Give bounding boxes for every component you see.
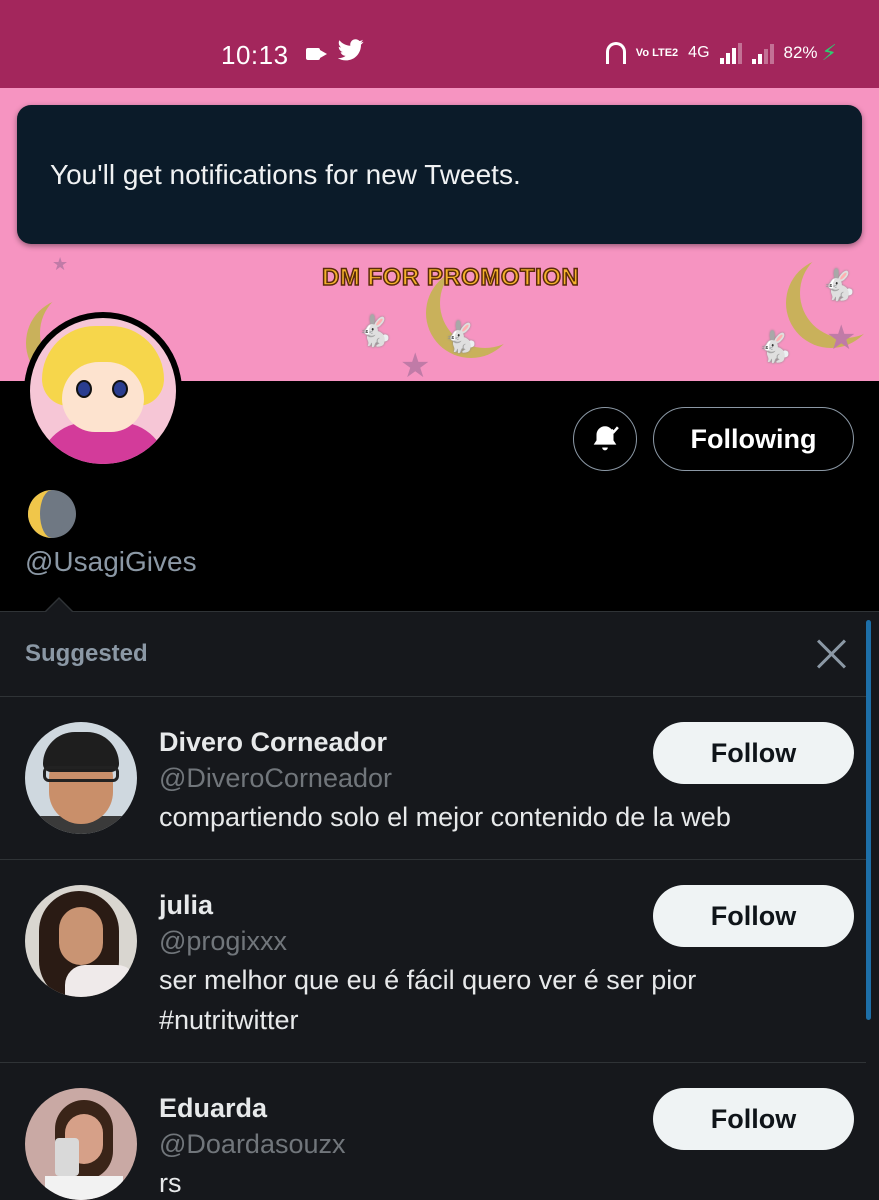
bell-check-icon <box>593 426 619 451</box>
profile-avatar[interactable] <box>24 312 182 470</box>
notifications-bell-button[interactable] <box>573 407 637 471</box>
banner-promo-text: DM FOR PROMOTION <box>321 263 580 292</box>
battery-level: 82% <box>783 43 818 62</box>
user-handle: @DiveroCorneador <box>159 763 393 793</box>
user-avatar[interactable] <box>25 1088 137 1200</box>
status-time: 10:13 <box>221 40 289 70</box>
bunny-decoration: 🐇 <box>356 315 394 348</box>
user-handle: @Doardasouzx <box>159 1129 346 1159</box>
star-decoration: ★ <box>826 319 857 357</box>
follow-button[interactable]: Follow <box>653 722 854 784</box>
status-bar: 10:13 Vo LTE2 4G 82% ⚡ <box>0 0 879 88</box>
profile-handle: @UsagiGives <box>25 546 197 577</box>
suggested-title: Suggested <box>25 640 148 667</box>
suggested-user-row[interactable]: julia @progixxx ser melhor que eu é fáci… <box>0 859 866 1062</box>
panel-caret <box>44 597 74 613</box>
user-name[interactable]: Divero Corneador <box>159 727 387 758</box>
status-icons: Vo LTE2 4G 82% ⚡ <box>605 40 837 66</box>
video-icon <box>306 48 327 60</box>
user-name[interactable]: Eduarda <box>159 1093 267 1124</box>
toast-message: You'll get notifications for new Tweets. <box>50 158 521 190</box>
moon-emoji-icon <box>28 490 76 538</box>
charging-icon: ⚡ <box>821 40 837 65</box>
follow-button[interactable]: Follow <box>653 885 854 947</box>
user-handle: @progixxx <box>159 926 287 956</box>
bunny-decoration: 🐇 <box>820 269 858 302</box>
user-bio: ser melhor que eu é fácil quero ver é se… <box>159 965 697 1035</box>
suggested-user-row[interactable]: Divero Corneador @DiveroCorneador compar… <box>0 696 866 859</box>
signal-2-icon <box>751 42 774 64</box>
follow-button[interactable]: Follow <box>653 1088 854 1150</box>
suggested-user-row[interactable]: Eduarda @Doardasouzx rs Follow <box>0 1062 866 1200</box>
suggested-panel: Suggested Divero Corneador @DiveroCornea… <box>0 611 879 1200</box>
user-bio: rs <box>159 1168 182 1198</box>
close-icon[interactable] <box>815 637 849 671</box>
user-avatar[interactable] <box>25 885 137 997</box>
user-name[interactable]: julia <box>159 890 213 921</box>
following-button[interactable]: Following <box>653 407 854 471</box>
scrollbar[interactable] <box>866 620 871 1020</box>
network-type: 4G <box>688 44 710 61</box>
user-bio: compartiendo solo el mejor contenido de … <box>159 802 731 832</box>
volte-label: Vo LTE2 <box>635 46 679 59</box>
user-avatar[interactable] <box>25 722 137 834</box>
twitter-bird-icon <box>337 38 364 66</box>
star-decoration: ★ <box>52 254 69 274</box>
bunny-decoration: 🐇 <box>756 331 794 364</box>
headset-icon <box>605 42 626 64</box>
star-decoration: ★ <box>400 347 431 381</box>
signal-icon <box>719 42 742 64</box>
notification-toast: You'll get notifications for new Tweets. <box>17 105 862 244</box>
bunny-decoration: 🐇 <box>442 321 480 354</box>
